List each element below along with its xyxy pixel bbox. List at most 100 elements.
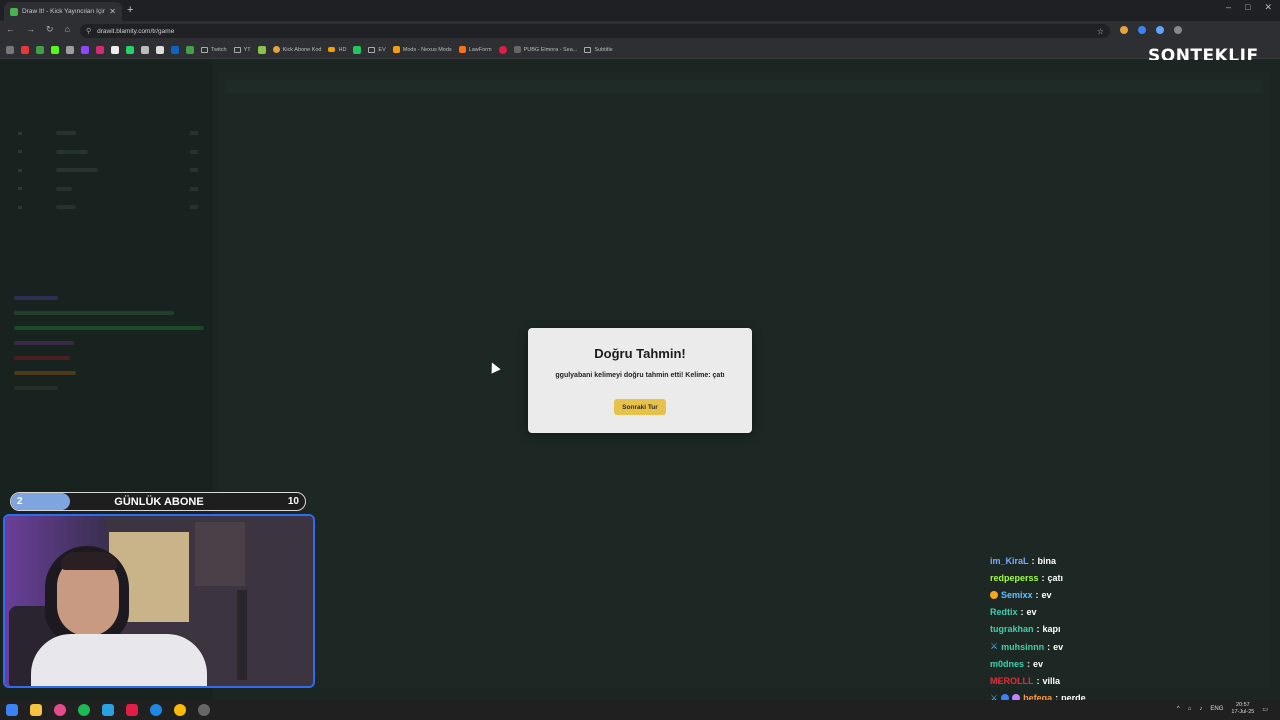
start-icon[interactable] <box>6 704 18 716</box>
bookmark-icon[interactable] <box>156 45 164 54</box>
reload-icon[interactable]: ↻ <box>46 24 54 35</box>
folder-icon <box>584 46 592 53</box>
bookmark-icon[interactable] <box>36 45 44 54</box>
bookmark-yt[interactable]: YT <box>233 46 251 53</box>
extension-icon[interactable] <box>1156 26 1164 34</box>
linkedin-icon[interactable] <box>171 45 179 54</box>
tab-close-icon[interactable]: ✕ <box>109 7 116 16</box>
bookmark-icon[interactable] <box>498 45 507 54</box>
language-indicator[interactable]: ENG <box>1210 706 1223 712</box>
bookmark-icon[interactable] <box>141 45 149 54</box>
clock[interactable]: 20:57 17-Jul-25 <box>1231 702 1254 716</box>
maximize-icon[interactable]: □ <box>1245 2 1250 13</box>
hd-icon <box>328 47 336 52</box>
chrome-icon[interactable] <box>174 704 186 716</box>
instagram-icon[interactable] <box>96 45 104 54</box>
chat-text: ev <box>1041 589 1052 600</box>
address-bar[interactable]: ⚲ drawit.blamity.com/tr/game ☆ <box>80 24 1110 38</box>
chat-text: kapı <box>1042 624 1061 635</box>
bookmark-subtitle[interactable]: Subtitle <box>584 46 613 53</box>
chat-text: çatı <box>1047 572 1064 583</box>
bookmark-star-icon[interactable]: ☆ <box>1097 27 1104 36</box>
webcam-feed <box>3 514 315 688</box>
sub-badge-icon <box>990 590 998 599</box>
chat-message: MEROLLL: villa <box>990 675 1061 686</box>
modal-message: ggulyabani kelimeyi doğru tahmin etti! K… <box>555 372 725 379</box>
spotify-icon[interactable] <box>78 704 90 716</box>
app-icon[interactable] <box>150 704 162 716</box>
app-icon[interactable] <box>126 704 138 716</box>
chat-username: redpeperss <box>990 572 1039 583</box>
twitch-icon[interactable] <box>81 45 89 54</box>
extension-icon[interactable] <box>1120 26 1128 34</box>
chat-username: tugrakhan <box>990 624 1034 635</box>
chat-message: m0dnes: ev <box>990 658 1044 669</box>
chat-username: im_KiraL <box>990 555 1029 566</box>
apps-icon[interactable] <box>6 45 14 54</box>
browser-tab[interactable]: Draw It! - Kick Yayıncıları İçin Çiz... … <box>4 2 122 21</box>
kick-icon[interactable] <box>51 45 59 54</box>
home-icon[interactable]: ⌂ <box>65 24 70 35</box>
chat-username: Semixx <box>1001 589 1033 600</box>
app-icon[interactable] <box>198 704 210 716</box>
chat-text: ev <box>1053 641 1064 652</box>
chat-message: Redtix: ev <box>990 607 1037 618</box>
correct-guess-modal: Doğru Tahmin! ggulyabani kelimeyi doğru … <box>528 328 752 433</box>
sword-badge-icon: ⚔ <box>990 641 999 652</box>
bookmark-kick-abone-kod[interactable]: Kick Abone Kod <box>272 46 321 53</box>
extension-icon[interactable] <box>1138 26 1146 34</box>
wall-frame <box>195 522 245 586</box>
file-explorer-icon[interactable] <box>30 704 42 716</box>
x-icon[interactable] <box>111 45 119 54</box>
modal-title: Doğru Tahmin! <box>594 346 686 361</box>
app-icon[interactable] <box>54 704 66 716</box>
sub-goal-target: 10 <box>287 496 299 507</box>
hair <box>61 552 117 570</box>
speaker-stand <box>237 590 247 680</box>
chat-message: Semixx: ev <box>990 586 1190 603</box>
bookmark-twitch[interactable]: Twitch <box>201 46 227 53</box>
bookmark-lawform[interactable]: LawForm <box>458 46 492 53</box>
tab-title: Draw It! - Kick Yayıncıları İçin Çiz... <box>22 8 106 15</box>
youtube-icon[interactable] <box>21 45 29 54</box>
lawform-icon <box>458 46 466 53</box>
stream-chat: im_KiraL: bina redpeperss: çatı Semixx: ev … <box>990 552 1190 707</box>
telegram-icon[interactable] <box>102 704 114 716</box>
chat-message: redpeperss: çatı <box>990 572 1064 583</box>
volume-icon[interactable]: ♪ <box>1199 706 1202 712</box>
chat-text: bina <box>1037 555 1057 566</box>
chat-text: ev <box>1026 607 1037 618</box>
players-list <box>18 124 198 217</box>
player-row <box>18 143 198 162</box>
bookmark-icon[interactable] <box>186 45 194 54</box>
network-icon[interactable]: ⌂ <box>1188 706 1192 712</box>
bookmark-ev[interactable]: EV <box>368 46 386 53</box>
site-info-icon[interactable]: ⚲ <box>86 27 91 35</box>
bookmark-pubg[interactable]: PUBG Elmora - Sea... <box>513 46 577 53</box>
notification-icon[interactable]: ▭ <box>1262 706 1268 713</box>
extension-icons <box>1120 26 1182 34</box>
clock-time: 20:57 <box>1235 702 1250 708</box>
taskbar-icons <box>6 704 210 716</box>
bookmark-icon[interactable] <box>353 45 362 54</box>
player-row <box>18 124 198 143</box>
minimize-icon[interactable]: – <box>1226 2 1231 13</box>
player-row <box>18 198 198 217</box>
back-icon[interactable]: ← <box>6 24 15 35</box>
sub-goal-label: GÜNLÜK ABONE <box>114 496 204 508</box>
bookmark-icon[interactable] <box>66 45 74 54</box>
chat-username: m0dnes <box>990 658 1025 669</box>
forward-icon[interactable]: → <box>26 24 35 35</box>
new-tab-icon[interactable]: + <box>127 4 133 16</box>
extensions-puzzle-icon[interactable] <box>1174 26 1182 34</box>
close-window-icon[interactable]: ✕ <box>1264 2 1272 13</box>
next-round-button[interactable]: Sonraki Tur <box>614 399 666 415</box>
player-row <box>18 180 198 199</box>
bookmarks-bar: Twitch YT Kick Abone Kod HD EV Mods - Ne… <box>0 41 1280 59</box>
chat-text: ev <box>1033 658 1044 669</box>
bookmark-icon[interactable] <box>257 45 266 54</box>
whatsapp-icon[interactable] <box>126 45 134 54</box>
bookmark-hd[interactable]: HD <box>328 47 346 53</box>
bookmark-nexus-mods[interactable]: Mods - Nexus Mods <box>392 46 452 53</box>
tray-chevron-icon[interactable]: ^ <box>1177 706 1180 712</box>
